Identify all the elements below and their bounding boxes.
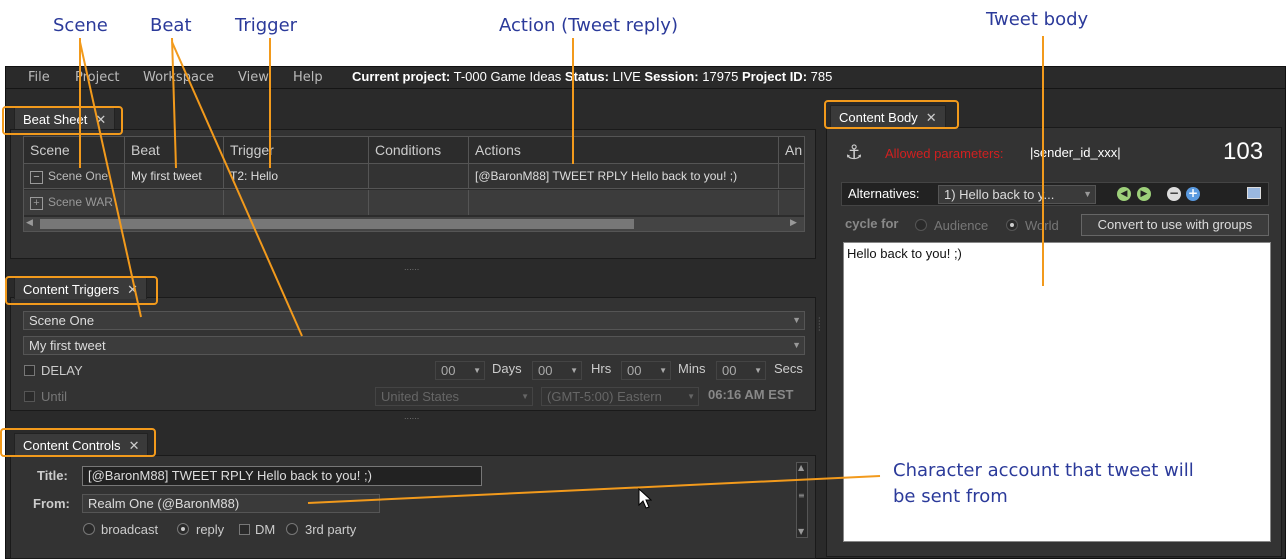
annotation-character-line1: Character account that tweet will bbox=[893, 460, 1194, 481]
mouse-cursor-icon bbox=[638, 488, 652, 509]
annotation-character-line2: be sent from bbox=[893, 486, 1008, 507]
